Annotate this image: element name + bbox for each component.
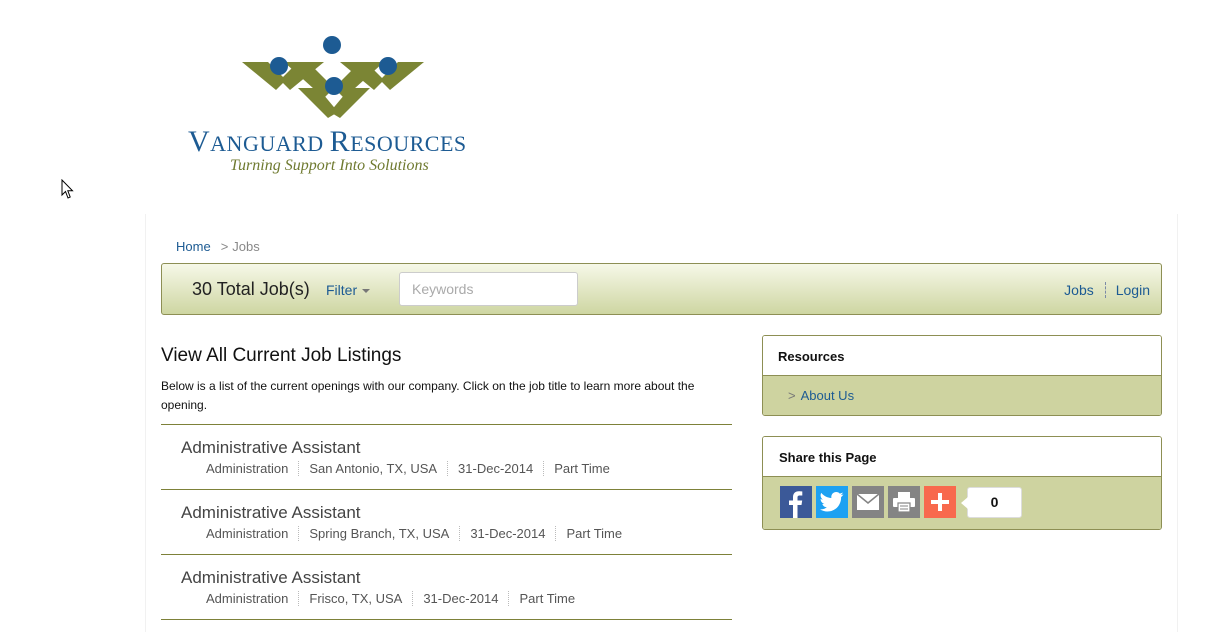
job-type: Part Time — [543, 461, 620, 476]
job-meta: Administration San Antonio, TX, USA 31-D… — [206, 461, 620, 476]
nav-login-link[interactable]: Login — [1116, 282, 1150, 298]
logo-initial-r: R — [329, 125, 351, 158]
job-row: Administrative Assistant Administration … — [161, 425, 732, 490]
job-date: 31-Dec-2014 — [459, 526, 555, 541]
mouse-cursor-icon — [61, 179, 74, 199]
about-us-link[interactable]: About Us — [801, 388, 854, 403]
keywords-search-input[interactable] — [399, 272, 578, 306]
jobs-toolbar: 30 Total Job(s) Filter Jobs Login — [161, 263, 1162, 315]
print-share-button[interactable] — [888, 486, 920, 518]
job-row: Administrative Assistant Administration … — [161, 490, 732, 555]
logo-wordmark: VANGUARD RESOURCES — [188, 125, 467, 159]
job-title-link[interactable]: Administrative Assistant — [181, 438, 361, 458]
job-category: Administration — [206, 526, 289, 541]
email-icon — [857, 494, 879, 510]
share-panel-body: 0 — [763, 477, 1161, 529]
facebook-share-button[interactable] — [780, 486, 812, 518]
filter-dropdown[interactable]: Filter — [326, 282, 371, 298]
logo-word-resources: ESOURCES — [350, 131, 467, 156]
job-date: 31-Dec-2014 — [447, 461, 543, 476]
job-list: Administrative Assistant Administration … — [161, 424, 732, 620]
job-category: Administration — [206, 591, 289, 606]
logo-mark-icon — [242, 36, 424, 118]
job-meta: Administration Frisco, TX, USA 31-Dec-20… — [206, 591, 585, 606]
company-logo[interactable]: VANGUARD RESOURCES Turning Support Into … — [186, 32, 486, 182]
job-type: Part Time — [555, 526, 632, 541]
logo-word-vanguard: ANGUARD — [210, 131, 324, 156]
job-location: Frisco, TX, USA — [298, 591, 412, 606]
twitter-share-button[interactable] — [816, 486, 848, 518]
email-share-button[interactable] — [852, 486, 884, 518]
logo-tagline: Turning Support Into Solutions — [230, 157, 429, 174]
job-title-link[interactable]: Administrative Assistant — [181, 568, 361, 588]
filter-label: Filter — [326, 282, 358, 298]
job-location: Spring Branch, TX, USA — [298, 526, 459, 541]
job-meta: Administration Spring Branch, TX, USA 31… — [206, 526, 632, 541]
total-jobs-count: 30 Total Job(s) — [192, 279, 310, 299]
logo-initial-v: V — [188, 125, 211, 158]
breadcrumb-home-link[interactable]: Home — [176, 239, 211, 254]
job-date: 31-Dec-2014 — [412, 591, 508, 606]
job-listings-section: View All Current Job Listings Below is a… — [161, 345, 732, 620]
addthis-share-button[interactable] — [924, 486, 956, 518]
share-count: 0 — [961, 487, 1022, 518]
resources-panel: Resources > About Us — [762, 335, 1162, 416]
addthis-plus-icon — [931, 493, 949, 511]
nav-jobs-link[interactable]: Jobs — [1064, 282, 1106, 298]
job-type: Part Time — [508, 591, 585, 606]
job-row: Administrative Assistant Administration … — [161, 555, 732, 620]
job-title-link[interactable]: Administrative Assistant — [181, 503, 361, 523]
share-panel: Share this Page 0 — [762, 436, 1162, 530]
caret-down-icon — [362, 289, 371, 294]
toolbar-nav: Jobs Login — [1064, 282, 1150, 298]
chevron-right-icon: > — [788, 388, 796, 403]
page-title: View All Current Job Listings — [161, 345, 402, 366]
job-category: Administration — [206, 461, 289, 476]
print-icon — [893, 492, 915, 512]
facebook-icon — [789, 491, 803, 518]
share-panel-title: Share this Page — [763, 437, 1161, 477]
breadcrumb: Home > Jobs — [176, 239, 260, 254]
twitter-icon — [820, 492, 844, 512]
resources-panel-body: > About Us — [763, 376, 1161, 415]
resources-panel-title: Resources — [763, 336, 1161, 376]
breadcrumb-separator: > — [220, 239, 229, 254]
intro-text: Below is a list of the current openings … — [161, 379, 695, 412]
job-location: San Antonio, TX, USA — [298, 461, 447, 476]
breadcrumb-current: Jobs — [232, 239, 260, 254]
